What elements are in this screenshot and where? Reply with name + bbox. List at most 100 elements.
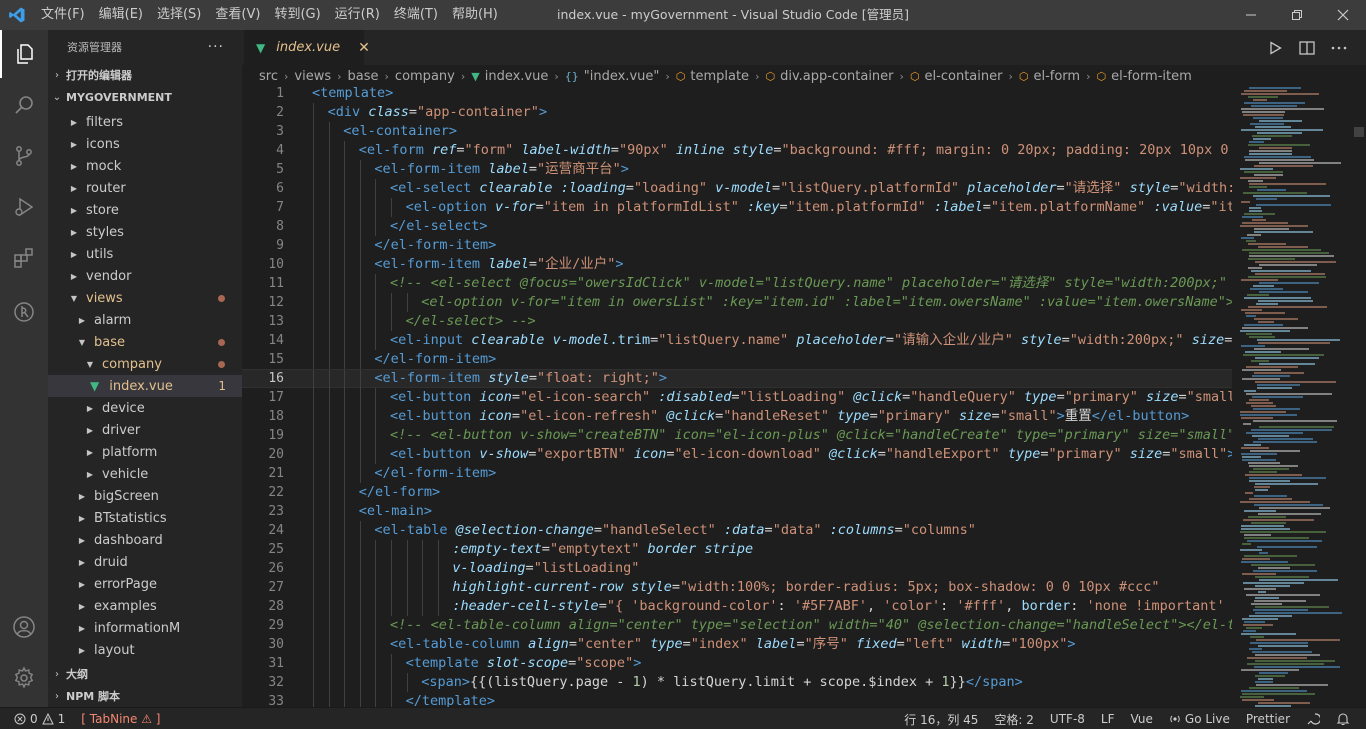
folder-item[interactable]: ▶ bigScreen xyxy=(48,485,242,507)
code-line[interactable]: 5 <el-form-item label="运营商平台"> xyxy=(242,160,1232,179)
indentation[interactable]: 空格: 2 xyxy=(986,711,1042,728)
workspace-section[interactable]: ⌄ MYGOVERNMENT xyxy=(48,86,242,108)
code-line[interactable]: 3 <el-container> xyxy=(242,122,1232,141)
go-live-button[interactable]: Go Live xyxy=(1161,712,1238,726)
breadcrumb-item[interactable]: el-form xyxy=(1033,69,1080,84)
code-line[interactable]: 4 <el-form ref="form" label-width="90px" … xyxy=(242,141,1232,160)
folder-item[interactable]: ▶ BTstatistics xyxy=(48,507,242,529)
breadcrumb-item[interactable]: template xyxy=(690,69,749,84)
folder-item[interactable]: ▶ informationM xyxy=(48,617,242,639)
tab-index-vue[interactable]: ▼ index.vue ✕ xyxy=(244,30,370,65)
code-line[interactable]: 33 </template> xyxy=(242,692,1232,707)
code-line[interactable]: 31 <template slot-scope="scope"> xyxy=(242,654,1232,673)
code-line[interactable]: 11 <!-- <el-select @focus="owersIdClick" … xyxy=(242,274,1232,293)
folder-item[interactable]: ▶ errorPage xyxy=(48,573,242,595)
folder-item[interactable]: ▼ views xyxy=(48,287,242,309)
breadcrumb-item[interactable]: "index.vue" xyxy=(584,69,660,84)
folder-item[interactable]: ▼ base xyxy=(48,331,242,353)
folder-item[interactable]: ▶ driver xyxy=(48,419,242,441)
code-line[interactable]: 21 </el-form-item> xyxy=(242,464,1232,483)
code-line[interactable]: 29 <!-- <el-table-column align="center" t… xyxy=(242,616,1232,635)
menu-item[interactable]: 帮助(H) xyxy=(445,0,505,30)
prettier-status[interactable]: Prettier xyxy=(1238,712,1298,726)
source-control-icon[interactable] xyxy=(0,132,48,180)
breadcrumb-item[interactable]: base xyxy=(348,69,379,84)
search-icon[interactable] xyxy=(0,81,48,129)
code-line[interactable]: 19 <!-- <el-button v-show="createBTN" ico… xyxy=(242,426,1232,445)
code-line[interactable]: 8 </el-select> xyxy=(242,217,1232,236)
extensions-icon[interactable] xyxy=(0,234,48,282)
vertical-scrollbar[interactable] xyxy=(1352,87,1366,707)
open-editors-section[interactable]: › 打开的编辑器 xyxy=(48,64,242,86)
outline-section[interactable]: › 大纲 xyxy=(48,663,242,685)
scrollbar-thumb[interactable] xyxy=(1354,127,1364,137)
run-icon[interactable] xyxy=(1264,37,1286,59)
code-line[interactable]: 30 <el-table-column align="center" type="… xyxy=(242,635,1232,654)
code-line[interactable]: 25:empty-text="emptytext" border stripe xyxy=(242,540,1232,559)
code-line[interactable]: 18 <el-button icon="el-icon-refresh" @cli… xyxy=(242,407,1232,426)
code-line[interactable]: 22 </el-form> xyxy=(242,483,1232,502)
cursor-position[interactable]: 行 16，列 45 xyxy=(896,711,986,728)
menu-item[interactable]: 运行(R) xyxy=(328,0,387,30)
menu-item[interactable]: 终端(T) xyxy=(387,0,445,30)
folder-item[interactable]: ▶ router xyxy=(48,177,242,199)
menu-item[interactable]: 查看(V) xyxy=(208,0,267,30)
code-line[interactable]: 16 <el-form-item style="float: right;"> xyxy=(242,369,1232,389)
minimize-button[interactable] xyxy=(1228,0,1274,30)
language-mode[interactable]: Vue xyxy=(1123,712,1161,726)
folder-item[interactable]: ▶ utils xyxy=(48,243,242,265)
menu-item[interactable]: 选择(S) xyxy=(150,0,208,30)
run-debug-icon[interactable] xyxy=(0,183,48,231)
code-line[interactable]: 27 highlight-current-row style="width:100… xyxy=(242,578,1232,597)
close-tab-icon[interactable]: ✕ xyxy=(358,40,370,56)
breadcrumb-item[interactable]: el-form-item xyxy=(1111,69,1192,84)
code-line[interactable]: 14 <el-input clearable v-model.trim = "list… xyxy=(242,331,1232,350)
notifications-bell-icon[interactable] xyxy=(1328,712,1358,726)
code-line[interactable]: 15 </el-form-item> xyxy=(242,350,1232,369)
folder-item[interactable]: ▶ device xyxy=(48,397,242,419)
code-line[interactable]: 9 </el-form-item> xyxy=(242,236,1232,255)
tabnine-status[interactable]: [ TabNine ⚠ ] xyxy=(73,712,168,726)
account-icon[interactable] xyxy=(0,603,48,651)
code-line[interactable]: 28:header-cell-style="{ 'background-colo… xyxy=(242,597,1232,616)
code-line[interactable]: 23 <el-main> xyxy=(242,502,1232,521)
problems-indicator[interactable]: 0 1 xyxy=(0,712,73,726)
file-item[interactable]: ▼ index.vue 1 xyxy=(48,375,242,397)
code-line[interactable]: 12 <el-option v-for="item in owersList" :… xyxy=(242,293,1232,312)
end-of-line[interactable]: LF xyxy=(1093,712,1123,726)
folder-item[interactable]: ▶ examples xyxy=(48,595,242,617)
breadcrumb-item[interactable]: company xyxy=(395,69,455,84)
menu-item[interactable]: 文件(F) xyxy=(34,0,92,30)
code-line[interactable]: 7 <el-option v-for="item in platformIdLis… xyxy=(242,198,1232,217)
npm-scripts-section[interactable]: › NPM 脚本 xyxy=(48,685,242,707)
folder-item[interactable]: ▶ platform xyxy=(48,441,242,463)
folder-item[interactable]: ▶ vehicle xyxy=(48,463,242,485)
code-line[interactable]: 6 <el-select clearable :loading="loading"… xyxy=(242,179,1232,198)
folder-item[interactable]: ▶ filters xyxy=(48,111,242,133)
feedback-icon[interactable] xyxy=(1298,712,1328,726)
folder-item[interactable]: ▶ dashboard xyxy=(48,529,242,551)
folder-item[interactable]: ▶ icons xyxy=(48,133,242,155)
settings-gear-icon[interactable] xyxy=(0,654,48,702)
folder-item[interactable]: ▶ alarm xyxy=(48,309,242,331)
restore-button[interactable] xyxy=(1274,0,1320,30)
breadcrumb-item[interactable]: div.app-container xyxy=(780,69,893,84)
breadcrumb-item[interactable]: src xyxy=(259,69,278,84)
code-line[interactable]: 1 <template> xyxy=(242,87,1232,103)
breadcrumb-item[interactable]: el-container xyxy=(925,69,1003,84)
code-line[interactable]: 32 <span>{{(listQuery.page - 1) * listQue… xyxy=(242,673,1232,692)
breadcrumb-item[interactable]: views xyxy=(294,69,331,84)
more-actions-icon[interactable] xyxy=(1328,37,1350,59)
code-editor[interactable]: 1 <template> 2 <div class="app-container"> 3… xyxy=(242,87,1232,707)
folder-item[interactable]: ▶ layout xyxy=(48,639,242,661)
folder-item[interactable]: ▶ styles xyxy=(48,221,242,243)
more-actions-button[interactable]: ··· xyxy=(208,39,224,55)
code-line[interactable]: 2 <div class="app-container"> xyxy=(242,103,1232,122)
minimap[interactable] xyxy=(1240,87,1352,707)
menu-item[interactable]: 编辑(E) xyxy=(92,0,150,30)
split-editor-icon[interactable] xyxy=(1296,37,1318,59)
code-line[interactable]: 26 v-loading="listLoading" xyxy=(242,559,1232,578)
code-line[interactable]: 20 <el-button v-show="exportBTN" icon="el… xyxy=(242,445,1232,464)
explorer-icon[interactable] xyxy=(0,30,48,78)
menu-item[interactable]: 转到(G) xyxy=(267,0,327,30)
